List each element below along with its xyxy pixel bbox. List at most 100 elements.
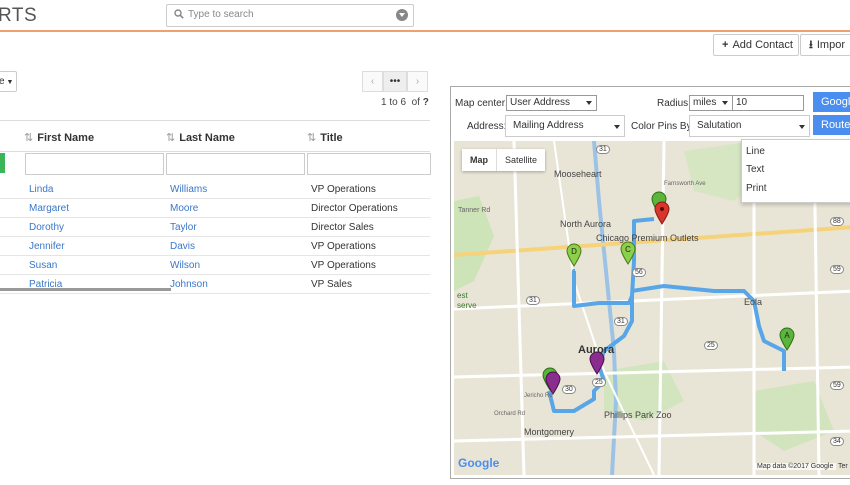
radius-input[interactable]: 10 (732, 95, 804, 111)
top-bar: RTS Type to search (0, 0, 850, 32)
map-type-satellite[interactable]: Satellite (496, 149, 545, 171)
pin-d-label: D (571, 247, 577, 256)
google-button-label: Google (821, 96, 850, 108)
table-row[interactable]: Linda Williams VP Operations (0, 180, 430, 199)
filter-last-name-input[interactable] (166, 153, 305, 175)
filter-first-name-input[interactable] (25, 153, 164, 175)
radius-unit-value: miles (693, 97, 717, 108)
row-title: VP Sales (311, 279, 352, 290)
row-last-name[interactable]: Wilson (170, 260, 200, 271)
row-last-name[interactable]: Williams (170, 184, 207, 195)
route-shield: 88 (830, 217, 844, 226)
search-icon (174, 9, 184, 19)
sort-icon: ⇅ (166, 132, 176, 144)
filter-title-input[interactable] (307, 153, 431, 175)
row-first-name[interactable]: Linda (29, 184, 53, 195)
row-first-name[interactable]: Margaret (29, 203, 69, 214)
table-row[interactable]: Margaret Moore Director Operations (0, 199, 430, 218)
map-label-aurora: Aurora (578, 344, 615, 356)
map-label-farnsworth: Farnsworth Ave (664, 181, 706, 187)
radius-value: 10 (736, 97, 748, 108)
menu-item-print[interactable]: Print (746, 183, 767, 194)
row-last-name[interactable]: Johnson (170, 279, 208, 290)
route-shield: 25 (592, 378, 606, 387)
google-logo: Google (458, 456, 500, 470)
google-button[interactable]: Google (813, 92, 850, 112)
menu-item-line[interactable]: Line (746, 146, 765, 157)
map-center-select[interactable]: User Address (506, 95, 597, 111)
row-first-name[interactable]: Susan (29, 260, 57, 271)
table-row[interactable]: Susan Wilson VP Operations (0, 256, 430, 275)
table-row[interactable]: Jennifer Davis VP Operations (0, 237, 430, 256)
row-first-name[interactable]: Dorothy (29, 222, 64, 233)
address-select[interactable]: Mailing Address (505, 115, 625, 137)
search-box[interactable]: Type to search (166, 4, 414, 27)
map-pin-red[interactable] (654, 201, 670, 225)
app-logo[interactable]: RTS (0, 5, 37, 27)
map-label-eola: Eola (744, 297, 763, 307)
add-contact-label: Add Contact (732, 39, 793, 51)
caret-down-icon (722, 101, 728, 105)
filter-go-button[interactable] (0, 153, 5, 173)
row-last-name[interactable]: Davis (170, 241, 195, 252)
sort-icon: ⇅ (307, 132, 317, 144)
map-pin-c[interactable]: C (620, 241, 636, 265)
map-terms-link[interactable]: Ter (838, 463, 848, 470)
pin-a-label: A (784, 331, 790, 340)
page-of: of (411, 97, 420, 108)
row-title: Director Sales (311, 222, 374, 233)
route-shield: 59 (830, 265, 844, 274)
map-center-value: User Address (510, 97, 571, 108)
route-shield: 31 (526, 296, 540, 305)
address-label: Address: (467, 121, 507, 132)
import-label: Impor (816, 39, 845, 51)
column-title[interactable]: ⇅ Title (307, 131, 343, 144)
pager-dots: ••• (389, 76, 401, 87)
import-button[interactable]: ⭳ Impor (800, 34, 850, 56)
search-dropdown-icon[interactable] (396, 9, 408, 21)
pager-prev-button[interactable]: ‹ (362, 71, 383, 92)
caret-down-icon (799, 125, 805, 129)
route-button[interactable]: Route (813, 115, 850, 135)
horizontal-scrollbar[interactable] (0, 288, 171, 291)
pager-more-button[interactable]: ••• (383, 71, 407, 92)
column-first-name-label: First Name (37, 132, 95, 144)
route-shield: 25 (704, 341, 718, 350)
color-pins-value: Salutation (697, 120, 742, 131)
download-icon: ⭳ (809, 39, 813, 51)
page-range: 1 to 6 (381, 97, 407, 108)
row-title: VP Operations (311, 260, 376, 271)
add-contact-button[interactable]: + Add Contact (713, 34, 799, 56)
view-select[interactable]: e ▼ (0, 71, 17, 92)
table-row[interactable]: Patricia Johnson VP Sales (0, 275, 430, 294)
column-first-name[interactable]: ⇅ First Name (24, 131, 94, 144)
map-pin-purple-sw[interactable] (545, 371, 561, 395)
route-shield: 30 (562, 385, 576, 394)
radius-unit-select[interactable]: miles (689, 95, 733, 111)
map-label-est: est (457, 291, 468, 300)
row-last-name[interactable]: Taylor (170, 222, 197, 233)
row-title: VP Operations (311, 241, 376, 252)
table-row[interactable]: Dorothy Taylor Director Sales (0, 218, 430, 237)
route-shield: 56 (632, 268, 646, 277)
column-last-name-label: Last Name (179, 132, 235, 144)
row-title: VP Operations (311, 184, 376, 195)
map-label-montgomery: Montgomery (524, 427, 575, 437)
map-pin-d[interactable]: D (566, 243, 582, 267)
map-label-serve: serve (457, 301, 477, 310)
search-placeholder[interactable]: Type to search (188, 9, 254, 20)
pager-next-label: › (415, 76, 420, 87)
pager-next-button[interactable]: › (407, 71, 428, 92)
map-type-map[interactable]: Map (462, 149, 496, 171)
color-pins-select[interactable]: Salutation (689, 115, 810, 137)
map-label-orchard: Orchard Rd (494, 411, 526, 417)
row-last-name[interactable]: Moore (170, 203, 198, 214)
column-last-name[interactable]: ⇅ Last Name (166, 131, 235, 144)
caret-down-icon (586, 101, 592, 105)
table-header: ⇅ First Name ⇅ Last Name ⇅ Title (0, 120, 430, 152)
menu-item-text[interactable]: Text (746, 164, 764, 175)
route-options-menu: Line Text Print (741, 139, 850, 203)
map-pin-a[interactable]: A (779, 327, 795, 351)
row-title: Director Operations (311, 203, 398, 214)
row-first-name[interactable]: Jennifer (29, 241, 65, 252)
